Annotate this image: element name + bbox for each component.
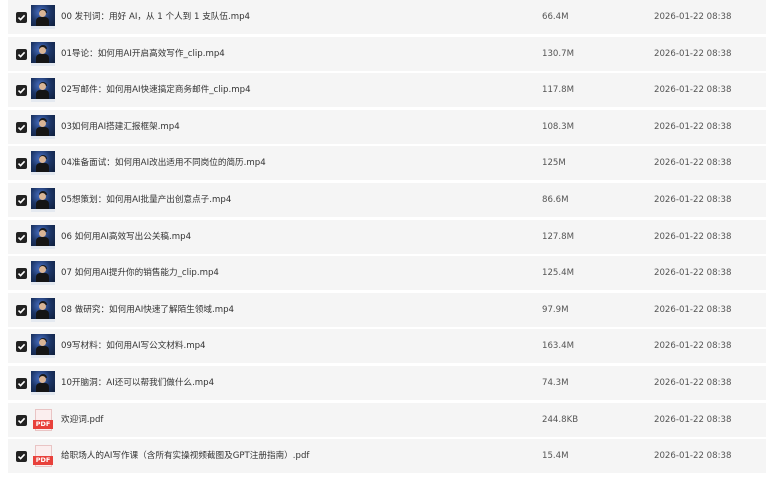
file-row[interactable]: 04准备面试：如何用AI改出适用不同岗位的简历.mp4 125M 2026-01… — [8, 146, 766, 181]
file-size: 125.4M — [542, 268, 575, 279]
video-thumbnail-icon — [31, 334, 55, 359]
checkbox-checked-icon[interactable] — [16, 158, 27, 170]
file-date: 2026-01-22 08:38 — [654, 414, 732, 425]
file-size: 125M — [542, 158, 566, 169]
file-name[interactable]: 04准备面试：如何用AI改出适用不同岗位的简历.mp4 — [61, 146, 266, 180]
file-size: 66.4M — [542, 12, 569, 22]
file-date: 2026-01-22 08:38 — [654, 12, 732, 22]
file-list: 00 发刊词：用好 AI，从 1 个人到 1 支队伍.mp4 66.4M 202… — [8, 0, 766, 476]
file-name[interactable]: 欢迎词.pdf — [61, 403, 103, 437]
checkbox-checked-icon[interactable] — [16, 194, 27, 206]
video-thumbnail-icon — [31, 78, 55, 103]
file-row[interactable]: 00 发刊词：用好 AI，从 1 个人到 1 支队伍.mp4 66.4M 202… — [8, 0, 766, 34]
file-row[interactable]: 08 做研究：如何用AI快速了解陌生领域.mp4 97.9M 2026-01-2… — [8, 292, 766, 327]
video-thumbnail-icon — [31, 151, 55, 176]
file-row[interactable]: 05想策划：如何用AI批量产出创意点子.mp4 86.6M 2026-01-22… — [8, 182, 766, 217]
file-name[interactable]: 01导论：如何用AI开启高效写作_clip.mp4 — [61, 37, 225, 71]
file-row[interactable]: 07 如何用AI提升你的销售能力_clip.mp4 125.4M 2026-01… — [8, 256, 766, 291]
file-date: 2026-01-22 08:38 — [654, 48, 732, 59]
file-date: 2026-01-22 08:38 — [654, 194, 732, 205]
file-name[interactable]: 05想策划：如何用AI批量产出创意点子.mp4 — [61, 183, 231, 217]
pdf-label: PDF — [33, 419, 53, 429]
file-name[interactable]: 03如何用AI搭建汇报框架.mp4 — [61, 110, 180, 144]
checkbox-checked-icon[interactable] — [16, 85, 27, 97]
checkbox-checked-icon[interactable] — [16, 48, 27, 60]
file-name[interactable]: 08 做研究：如何用AI快速了解陌生领域.mp4 — [61, 293, 234, 327]
checkbox-checked-icon[interactable] — [16, 231, 27, 243]
file-row[interactable]: 03如何用AI搭建汇报框架.mp4 108.3M 2026-01-22 08:3… — [8, 109, 766, 144]
file-name[interactable]: 09写材料：如何用AI写公文材料.mp4 — [61, 329, 206, 363]
file-name[interactable]: 07 如何用AI提升你的销售能力_clip.mp4 — [61, 256, 219, 290]
file-date: 2026-01-22 08:38 — [654, 304, 732, 315]
checkbox-checked-icon[interactable] — [16, 12, 27, 23]
file-date: 2026-01-22 08:38 — [654, 231, 732, 242]
file-date: 2026-01-22 08:38 — [654, 451, 732, 462]
checkbox-checked-icon[interactable] — [16, 341, 27, 353]
file-name[interactable]: 00 发刊词：用好 AI，从 1 个人到 1 支队伍.mp4 — [61, 0, 250, 34]
file-size: 117.8M — [542, 85, 575, 96]
pdf-file-icon: PDF — [31, 408, 55, 432]
file-date: 2026-01-22 08:38 — [654, 377, 732, 388]
checkbox-checked-icon[interactable] — [16, 121, 27, 133]
file-date: 2026-01-22 08:38 — [654, 85, 732, 96]
file-size: 74.3M — [542, 377, 569, 388]
file-name[interactable]: 06 如何用AI高效写出公关稿.mp4 — [61, 220, 191, 254]
pdf-label: PDF — [33, 456, 53, 466]
file-size: 15.4M — [542, 451, 569, 462]
file-size: 86.6M — [542, 194, 569, 205]
file-row[interactable]: PDF 给职场人的AI写作课（含所有实操视频截图及GPT注册指南）.pdf 15… — [8, 439, 766, 474]
file-size: 108.3M — [542, 121, 575, 132]
checkbox-checked-icon[interactable] — [16, 304, 27, 316]
file-row[interactable]: 09写材料：如何用AI写公文材料.mp4 163.4M 2026-01-22 0… — [8, 329, 766, 364]
file-name[interactable]: 10开脑洞：AI还可以帮我们做什么.mp4 — [61, 366, 214, 400]
file-date: 2026-01-22 08:38 — [654, 341, 732, 352]
checkbox-checked-icon[interactable] — [16, 268, 27, 280]
file-row[interactable]: PDF 欢迎词.pdf 244.8KB 2026-01-22 08:38 — [8, 402, 766, 437]
file-row[interactable]: 02写邮件：如何用AI快速搞定商务邮件_clip.mp4 117.8M 2026… — [8, 73, 766, 108]
file-name[interactable]: 给职场人的AI写作课（含所有实操视频截图及GPT注册指南）.pdf — [61, 439, 309, 473]
checkbox-checked-icon[interactable] — [16, 377, 27, 389]
file-date: 2026-01-22 08:38 — [654, 268, 732, 279]
checkbox-checked-icon[interactable] — [16, 414, 27, 426]
file-size: 163.4M — [542, 341, 575, 352]
video-thumbnail-icon — [31, 370, 55, 395]
file-size: 97.9M — [542, 304, 569, 315]
video-thumbnail-icon — [31, 187, 55, 212]
file-row[interactable]: 06 如何用AI高效写出公关稿.mp4 127.8M 2026-01-22 08… — [8, 219, 766, 254]
video-thumbnail-icon — [31, 5, 55, 29]
file-name[interactable]: 02写邮件：如何用AI快速搞定商务邮件_clip.mp4 — [61, 73, 251, 107]
pdf-file-icon: PDF — [31, 444, 55, 468]
video-thumbnail-icon — [31, 261, 55, 286]
video-thumbnail-icon — [31, 114, 55, 139]
file-row[interactable]: 10开脑洞：AI还可以帮我们做什么.mp4 74.3M 2026-01-22 0… — [8, 365, 766, 400]
video-thumbnail-icon — [31, 41, 55, 66]
file-date: 2026-01-22 08:38 — [654, 158, 732, 169]
video-thumbnail-icon — [31, 297, 55, 322]
file-row[interactable]: 01导论：如何用AI开启高效写作_clip.mp4 130.7M 2026-01… — [8, 36, 766, 71]
file-size: 130.7M — [542, 48, 575, 59]
file-date: 2026-01-22 08:38 — [654, 121, 732, 132]
file-size: 127.8M — [542, 231, 575, 242]
checkbox-checked-icon[interactable] — [16, 451, 27, 463]
video-thumbnail-icon — [31, 224, 55, 249]
file-size: 244.8KB — [542, 414, 579, 425]
